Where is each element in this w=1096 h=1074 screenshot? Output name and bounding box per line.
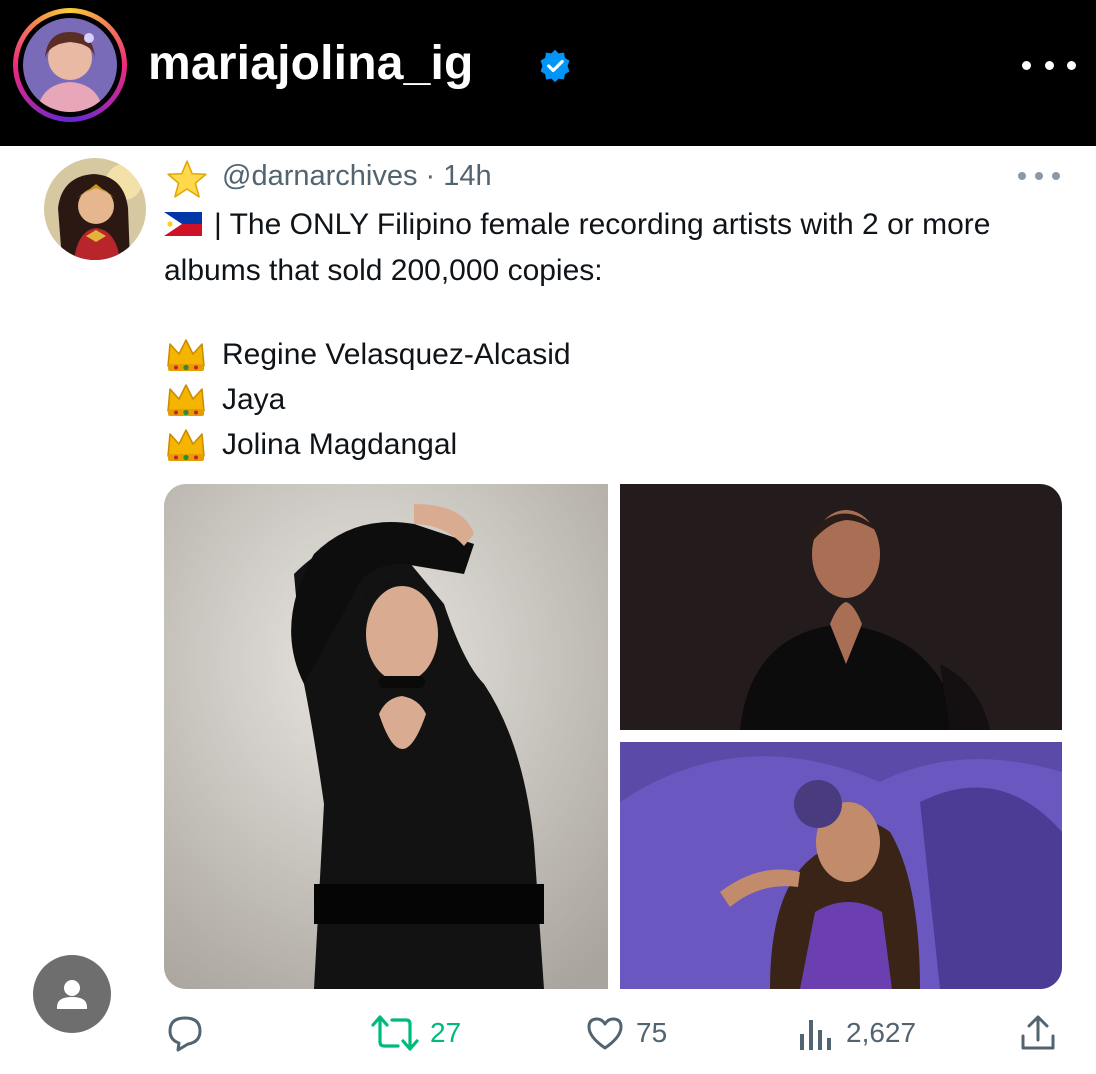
tweet-separator: · <box>417 160 444 192</box>
crown-icon <box>167 383 205 416</box>
view-count: 2,627 <box>846 1017 917 1048</box>
star-icon <box>167 160 207 198</box>
verified-badge-icon <box>540 49 570 83</box>
crown-icon <box>167 338 205 371</box>
share-button[interactable] <box>1017 1008 1059 1058</box>
tweet-time[interactable]: 14h <box>443 160 491 192</box>
views-chart-icon <box>800 1020 831 1050</box>
tweet-handle-line: @darnarchives · 14h <box>222 160 492 193</box>
philippines-flag-icon <box>164 212 202 236</box>
retweet-button[interactable]: 27 <box>370 1008 461 1058</box>
tweet-author-avatar[interactable] <box>44 158 146 260</box>
tweet-media-grid <box>164 484 1062 989</box>
list-item: Jolina Magdangal <box>164 422 571 467</box>
photo-jaya[interactable] <box>620 484 1062 730</box>
list-item: Regine Velasquez-Alcasid <box>164 332 571 377</box>
tweet-more-icon[interactable] <box>1018 168 1060 184</box>
artist-list: Regine Velasquez-Alcasid Jaya Jolina Mag… <box>164 332 571 467</box>
instagram-header: mariajolina_ig <box>0 0 1096 146</box>
tweet-text: | The ONLY Filipino female recording art… <box>164 202 1064 294</box>
retweet-count: 27 <box>430 1017 462 1048</box>
instagram-username[interactable]: mariajolina_ig <box>148 36 474 91</box>
reply-icon <box>168 1016 202 1052</box>
tweet-handle[interactable]: @darnarchives <box>222 160 417 192</box>
reply-button[interactable] <box>164 1008 206 1058</box>
tweet-action-bar: 27 75 2,627 <box>0 1008 1096 1058</box>
retweet-icon <box>371 1015 419 1051</box>
tweet-body: | The ONLY Filipino female recording art… <box>164 208 991 287</box>
profile-photo <box>23 18 117 112</box>
heart-icon <box>587 1017 623 1050</box>
photo-regine[interactable] <box>164 484 608 989</box>
like-button[interactable]: 75 <box>584 1008 667 1058</box>
views-button[interactable]: 2,627 <box>794 1008 916 1058</box>
artist-name: Jaya <box>222 383 286 416</box>
like-count: 75 <box>636 1017 668 1048</box>
share-icon <box>1021 1015 1055 1050</box>
story-avatar[interactable] <box>13 8 127 122</box>
artist-name: Regine Velasquez-Alcasid <box>222 338 571 371</box>
artist-name: Jolina Magdangal <box>222 428 458 461</box>
crown-icon <box>167 428 205 461</box>
photo-jolina[interactable] <box>620 742 1062 989</box>
list-item: Jaya <box>164 377 571 422</box>
more-horizontal-icon[interactable] <box>1022 45 1076 85</box>
